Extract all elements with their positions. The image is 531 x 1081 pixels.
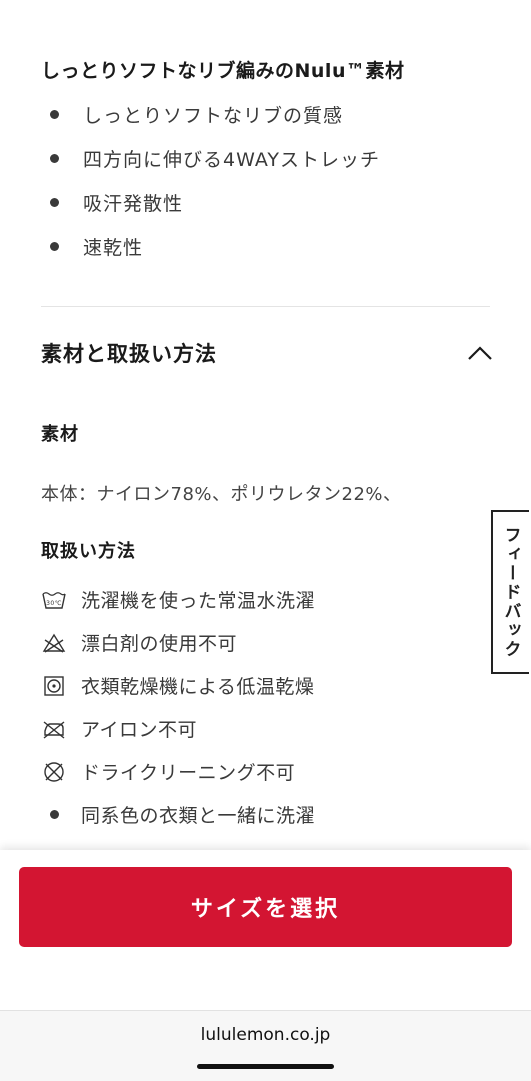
bullet-icon: [50, 241, 59, 251]
care-item: 漂白剤の使用不可: [41, 621, 315, 664]
bullet-icon: [49, 810, 59, 819]
care-item: 衣類乾燥機による低温乾燥: [41, 664, 315, 707]
select-size-button[interactable]: サイズを選択: [19, 867, 512, 947]
bullet-icon: [50, 153, 59, 163]
no-dry-clean-icon: [41, 761, 67, 783]
care-item: ドライクリーニング不可: [41, 750, 315, 793]
url-text[interactable]: lululemon.co.jp: [0, 1025, 531, 1045]
list-item: 速乾性: [50, 224, 380, 268]
care-item: 30℃ 洗濯機を使った常温水洗濯: [41, 578, 315, 621]
no-bleach-icon: [41, 632, 67, 654]
svg-text:30℃: 30℃: [46, 600, 62, 607]
feature-title: しっとりソフトなリブ編みのNulu™素材: [41, 60, 405, 82]
browser-address-bar[interactable]: [0, 1010, 531, 1081]
wash-30-icon: 30℃: [41, 589, 67, 611]
material-care-accordion-toggle[interactable]: 素材と取扱い方法: [41, 330, 493, 376]
care-item: アイロン不可: [41, 707, 315, 750]
care-item: 同系色の衣類と一緒に洗濯: [41, 793, 315, 836]
feature-list: しっとりソフトなリブの質感 四方向に伸びる4WAYストレッチ 吸汗発散性 速乾性: [50, 92, 380, 268]
list-item: しっとりソフトなリブの質感: [50, 92, 380, 136]
list-item: 吸汗発散性: [50, 180, 380, 224]
feedback-label: フィードバック: [500, 525, 521, 659]
accordion-title: 素材と取扱い方法: [41, 342, 217, 366]
care-list: 30℃ 洗濯機を使った常温水洗濯 漂白剤の使用不可 衣類乾燥機による低温乾燥 ア…: [41, 578, 315, 836]
home-indicator: [197, 1064, 334, 1069]
no-iron-icon: [41, 718, 67, 740]
chevron-up-icon[interactable]: [467, 345, 493, 361]
tumble-dry-low-icon: [41, 675, 67, 697]
feedback-tab[interactable]: フィードバック: [491, 510, 529, 674]
product-details: しっとりソフトなリブ編みのNulu™素材 しっとりソフトなリブの質感 四方向に伸…: [0, 0, 531, 850]
bullet-icon: [50, 197, 59, 207]
material-composition: 本体：ナイロン78%、ポリウレタン22%、: [41, 484, 402, 505]
care-heading: 取扱い方法: [41, 541, 136, 562]
material-heading: 素材: [41, 424, 79, 445]
section-divider: [41, 306, 490, 307]
list-item: 四方向に伸びる4WAYストレッチ: [50, 136, 380, 180]
bullet-icon: [50, 109, 59, 119]
